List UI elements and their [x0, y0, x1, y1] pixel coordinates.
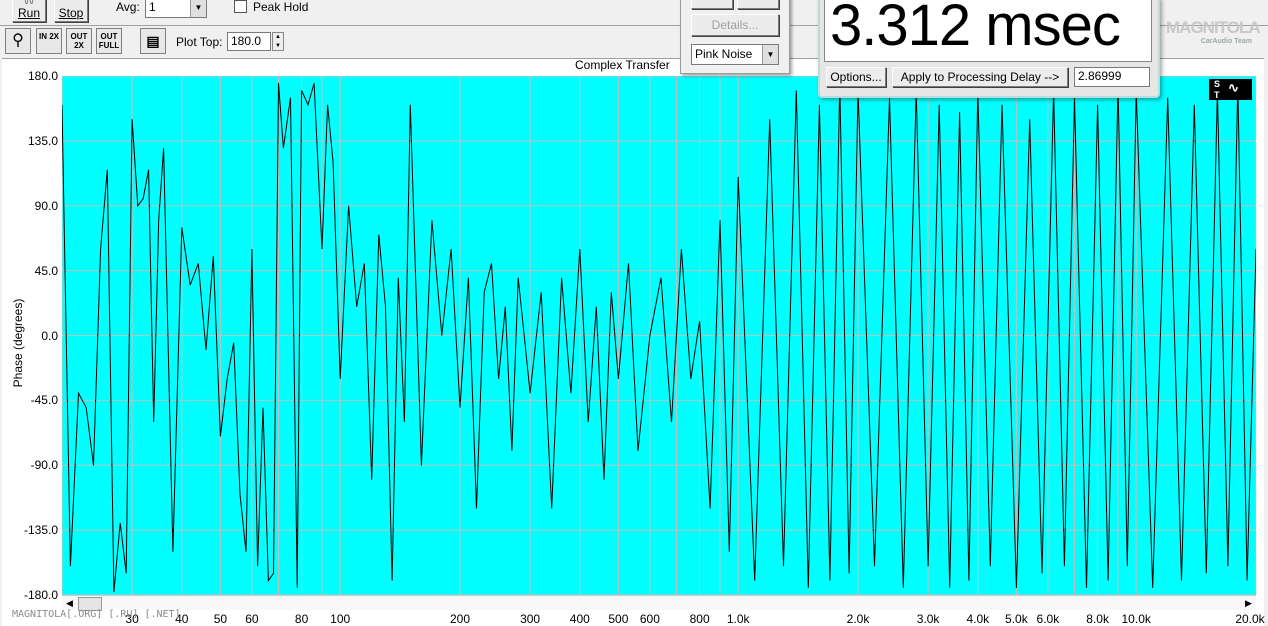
- x-tick-label: 20.0k: [1235, 612, 1265, 626]
- magnitola-logo: MAGNITOLA CarAudio Team: [1166, 18, 1261, 50]
- panel-button-left[interactable]: [691, 0, 733, 9]
- details-button[interactable]: Details...: [691, 14, 779, 36]
- y-tick-label: -90.0: [30, 458, 58, 473]
- delay-display: 3.312 msec: [824, 0, 1152, 62]
- options-label: Options...: [830, 70, 882, 84]
- chart-title: Complex Transfer: [575, 58, 670, 72]
- x-tick-label: 500: [608, 612, 629, 626]
- zoom-out-icon: OUT 2X: [70, 32, 88, 50]
- y-axis-label: Phase (degrees): [11, 298, 25, 388]
- avg-value: 1: [149, 0, 156, 14]
- y-tick-label: 180.0: [27, 69, 58, 83]
- apply-delay-label: Apply to Processing Delay -->: [900, 70, 1060, 84]
- plot-top-value: 180.0: [231, 34, 262, 48]
- peak-hold-label: Peak Hold: [253, 0, 309, 14]
- x-tick-label: 200: [449, 612, 471, 626]
- toolbar: \/\/ Run Stop Avg: 1 ▼ Peak Hold ⚲ IN 2X…: [0, 0, 680, 56]
- panel-button-right[interactable]: [737, 0, 779, 9]
- phase-series-line: [62, 83, 1256, 593]
- s-t-logo-icon: ST ∿: [1209, 79, 1252, 100]
- zoom-in-icon: IN 2X: [38, 32, 59, 41]
- notes-button[interactable]: ▤: [140, 28, 166, 54]
- magnifier-icon: ⚲: [12, 32, 24, 49]
- zoom-full-button[interactable]: OUT FULL: [96, 28, 122, 54]
- delay-value: 3.312 msec: [830, 0, 1121, 58]
- signal-value: Pink Noise: [695, 47, 753, 61]
- zoom-out-button[interactable]: OUT 2X: [66, 28, 92, 54]
- x-tick-label: 300: [520, 612, 541, 626]
- zoom-in-button[interactable]: IN 2X: [36, 28, 62, 54]
- y-tick-label: -135.0: [23, 523, 58, 538]
- x-tick-label: 50: [213, 612, 228, 626]
- phase-plot-svg: [62, 76, 1256, 595]
- x-tick-label: 400: [569, 612, 590, 626]
- plot-top-spinner[interactable]: ▲ ▼: [272, 32, 284, 51]
- x-tick-label: 600: [639, 612, 660, 626]
- magnitola-logo-sub: CarAudio Team: [1200, 38, 1252, 45]
- plot-top-input[interactable]: 180.0: [227, 32, 271, 51]
- plot-area[interactable]: [62, 76, 1256, 595]
- x-tick-label: 3.0k: [916, 612, 940, 626]
- avg-select[interactable]: 1 ▼: [145, 0, 207, 18]
- options-button[interactable]: Options...: [826, 67, 886, 87]
- x-tick-label: 100: [330, 612, 351, 626]
- toolbar-divider: [0, 25, 680, 26]
- y-tick-label: 45.0: [34, 263, 58, 278]
- chevron-down-icon: ▼: [762, 45, 778, 64]
- x-tick-label: 2.0k: [846, 612, 870, 626]
- peak-hold-checkbox[interactable]: [234, 0, 247, 13]
- x-tick-label: 1.0k: [726, 612, 750, 626]
- signal-select[interactable]: Pink Noise ▼: [691, 44, 779, 65]
- notes-icon: ▤: [146, 33, 160, 49]
- x-tick-label: 10.0k: [1121, 612, 1151, 626]
- footer-watermark: MAGNITOLA[.ORG] [.RU] [.NET]: [12, 609, 181, 620]
- horizontal-scrollbar[interactable]: ◀ ▶: [62, 595, 1256, 611]
- signal-panel: Details... Pink Noise ▼: [680, 0, 790, 74]
- zoom-full-icon: OUT FULL: [98, 32, 120, 50]
- apply-delay-value: 2.86999: [1078, 69, 1122, 83]
- stop-button[interactable]: Stop: [54, 0, 88, 22]
- run-button[interactable]: \/\/ Run: [12, 0, 46, 22]
- stop-label: Stop: [58, 6, 84, 20]
- apply-delay-value-field[interactable]: 2.86999: [1074, 67, 1150, 87]
- details-label: Details...: [711, 18, 759, 32]
- magnitola-logo-text: MAGNITOLA: [1166, 18, 1261, 37]
- apply-delay-button[interactable]: Apply to Processing Delay -->: [892, 67, 1068, 87]
- plot-top-label: Plot Top:: [176, 35, 223, 49]
- zoom-magnifier-button[interactable]: ⚲: [5, 28, 31, 54]
- x-tick-label: 6.0k: [1036, 612, 1060, 626]
- x-tick-label: 4.0k: [966, 612, 990, 626]
- chevron-down-icon: ▼: [190, 0, 206, 17]
- x-tick-label: 60: [245, 612, 259, 626]
- x-tick-label: 5.0k: [1005, 612, 1028, 626]
- avg-label: Avg:: [116, 0, 140, 14]
- run-label: Run: [17, 6, 40, 20]
- y-tick-label: 0.0: [41, 328, 58, 343]
- y-tick-label: 90.0: [34, 198, 58, 213]
- delay-panel: 3.312 msec Options... Apply to Processin…: [818, 0, 1160, 98]
- y-tick-label: -45.0: [30, 393, 58, 408]
- y-tick-label: -180.0: [23, 588, 58, 602]
- scroll-left-arrow-icon[interactable]: ◀: [62, 596, 77, 610]
- x-tick-label: 800: [689, 612, 710, 626]
- x-tick-label: 80: [294, 612, 309, 626]
- scroll-right-arrow-icon[interactable]: ▶: [1241, 596, 1256, 610]
- x-tick-label: 8.0k: [1086, 612, 1109, 626]
- y-tick-label: 135.0: [27, 133, 58, 148]
